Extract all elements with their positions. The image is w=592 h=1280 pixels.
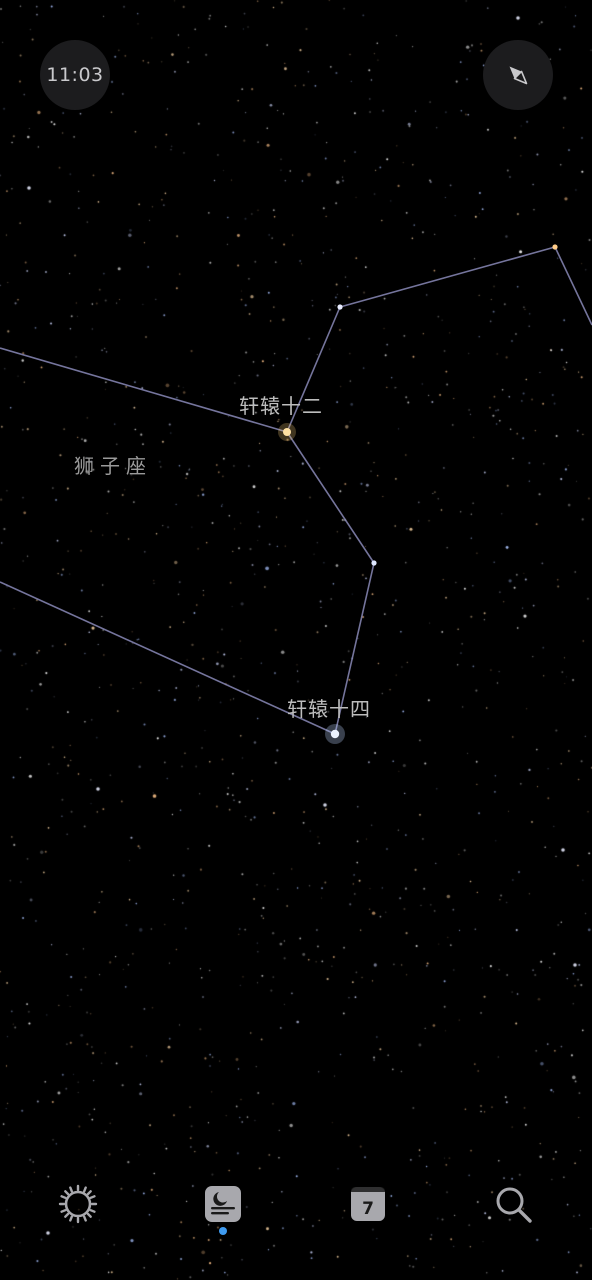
tonight-icon xyxy=(205,1186,241,1222)
tab-tonight[interactable] xyxy=(199,1180,247,1228)
star-label-a[interactable]: 轩辕十二 xyxy=(239,390,323,419)
search-icon xyxy=(496,1187,532,1223)
time-text: 11:03 xyxy=(46,64,104,86)
compass-icon xyxy=(509,66,528,85)
sun-icon xyxy=(58,1184,98,1224)
star-field[interactable] xyxy=(0,0,592,1280)
constellation-label[interactable]: 狮子座 xyxy=(74,450,152,479)
active-tab-indicator xyxy=(219,1227,227,1235)
calendar-icon: 7 xyxy=(350,1186,386,1222)
time-display[interactable]: 11:03 xyxy=(40,40,110,110)
compass-button[interactable] xyxy=(483,40,553,110)
calendar-day: 7 xyxy=(362,1199,374,1219)
tab-search[interactable] xyxy=(489,1180,537,1228)
tab-sun[interactable] xyxy=(54,1180,102,1228)
bottom-tab-bar: 7 xyxy=(0,1160,592,1250)
tab-calendar[interactable]: 7 xyxy=(344,1180,392,1228)
star-label-b[interactable]: 轩辕十四 xyxy=(287,693,371,722)
